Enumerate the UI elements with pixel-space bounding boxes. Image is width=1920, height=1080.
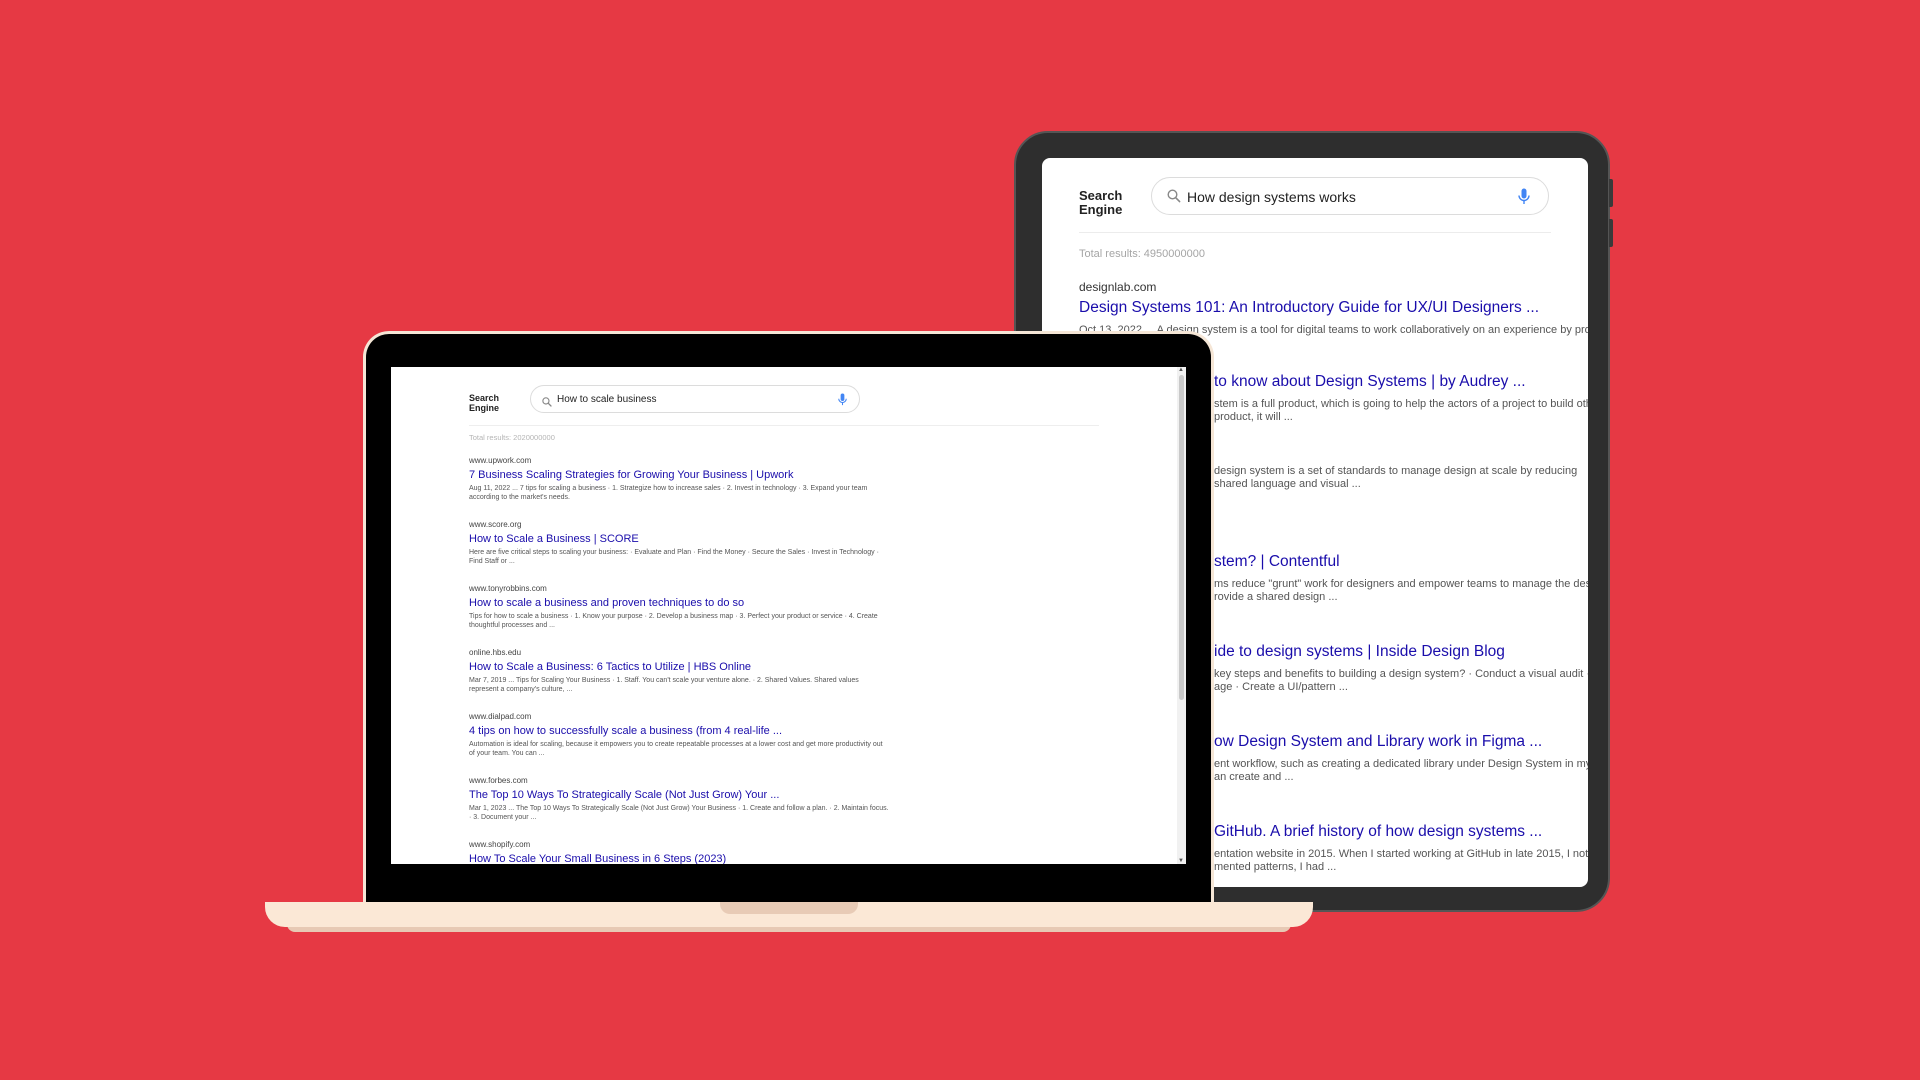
search-result: www.forbes.com The Top 10 Ways To Strate… (469, 776, 889, 822)
result-domain: designlab.com (1079, 280, 1157, 294)
search-result: www.score.org How to Scale a Business | … (469, 520, 889, 566)
brand-logo: Search Engine (1079, 188, 1123, 217)
tablet-side-button (1609, 219, 1613, 247)
result-title-link[interactable]: How To Scale Your Small Business in 6 St… (469, 853, 889, 864)
scroll-up-arrow-icon[interactable]: ▲ (1178, 367, 1184, 373)
result-snippet: Mar 1, 2023 ... The Top 10 Ways To Strat… (469, 805, 889, 821)
tablet-side-button (1609, 179, 1613, 207)
search-result: GitHub. A brief history of how design sy… (1214, 818, 1588, 874)
result-snippet: stem is a full product, which is going t… (1214, 398, 1588, 423)
result-snippet: ent workflow, such as creating a dedicat… (1214, 758, 1588, 783)
search-header: Search Engine How to scale business (469, 385, 1099, 426)
result-domain: online.hbs.edu (469, 648, 522, 657)
result-title-link[interactable]: Design Systems 101: An Introductory Guid… (1079, 299, 1588, 317)
search-result: to know about Design Systems | by Audrey… (1214, 368, 1588, 424)
result-snippet: design system is a set of standards to m… (1214, 465, 1578, 490)
result-domain: www.score.org (469, 520, 522, 529)
result-snippet: entation website in 2015. When I started… (1214, 848, 1588, 873)
result-title-link[interactable]: GitHub. A brief history of how design sy… (1214, 823, 1588, 841)
search-input[interactable]: How design systems works (1151, 177, 1549, 215)
result-title-link[interactable]: stem? | Contentful (1214, 553, 1588, 571)
scroll-down-arrow-icon[interactable]: ▼ (1178, 858, 1184, 864)
brand-logo: Search Engine (469, 393, 500, 413)
search-result: stem? | Contentful ms reduce "grunt" work… (1214, 548, 1588, 604)
result-snippet: Mar 7, 2019 ... Tips for Scaling Your Bu… (469, 677, 859, 693)
result-title-link[interactable]: 7 Business Scaling Strategies for Growin… (469, 469, 889, 481)
result-domain: www.shopify.com (469, 840, 531, 849)
search-input[interactable]: How to scale business (530, 385, 860, 413)
result-title-link[interactable]: 4 tips on how to successfully scale a bu… (469, 725, 889, 737)
total-results: Total results: 4950000000 (1079, 248, 1205, 260)
result-title-link[interactable]: The Top 10 Ways To Strategically Scale (… (469, 789, 889, 801)
search-query: How design systems works (1187, 189, 1356, 205)
search-header: Search Engine How design systems works (1079, 177, 1551, 233)
search-result: design system is a set of standards to m… (1214, 458, 1588, 491)
total-results: Total results: 2020000000 (469, 433, 555, 442)
result-title-link[interactable]: ide to design systems | Inside Design Bl… (1214, 643, 1588, 661)
search-query: How to scale business (557, 394, 657, 405)
search-result: www.dialpad.com 4 tips on how to success… (469, 712, 889, 758)
scrollbar-thumb[interactable] (1179, 375, 1184, 700)
result-title-link[interactable]: to know about Design Systems | by Audrey… (1214, 373, 1588, 391)
search-icon (542, 394, 552, 412)
search-icon (1167, 189, 1181, 208)
microphone-icon[interactable] (838, 393, 847, 411)
result-title-link[interactable]: How to Scale a Business: 6 Tactics to Ut… (469, 661, 889, 673)
search-result: ow Design System and Library work in Fig… (1214, 728, 1588, 784)
laptop-screen: Search Engine How to scale business Tota… (391, 367, 1186, 864)
search-result: online.hbs.edu How to Scale a Business: … (469, 648, 889, 694)
laptop-opening-notch (720, 902, 858, 914)
result-snippet: ms reduce "grunt" work for designers and… (1214, 578, 1588, 603)
scrollbar[interactable]: ▲ ▼ (1177, 367, 1186, 864)
search-result: www.tonyrobbins.com How to scale a busin… (469, 584, 889, 630)
result-title-link[interactable]: How to Scale a Business | SCORE (469, 533, 889, 545)
result-snippet: Automation is ideal for scaling, because… (469, 741, 883, 757)
search-result: www.upwork.com 7 Business Scaling Strate… (469, 456, 889, 502)
search-result: ide to design systems | Inside Design Bl… (1214, 638, 1588, 694)
search-result: www.shopify.com How To Scale Your Small … (469, 840, 889, 864)
result-snippet: Aug 11, 2022 ... 7 tips for scaling a bu… (469, 485, 868, 501)
result-domain: www.dialpad.com (469, 712, 532, 721)
result-snippet: Tips for how to scale a business · 1. Kn… (469, 613, 878, 629)
result-domain: www.upwork.com (469, 456, 532, 465)
result-snippet: key steps and benefits to building a des… (1214, 668, 1588, 693)
microphone-icon[interactable] (1518, 188, 1530, 210)
result-snippet: Here are five critical steps to scaling … (469, 549, 879, 565)
result-title-link[interactable]: How to scale a business and proven techn… (469, 597, 889, 609)
result-domain: www.tonyrobbins.com (469, 584, 547, 593)
result-title-link[interactable]: ow Design System and Library work in Fig… (1214, 733, 1588, 751)
result-domain: www.forbes.com (469, 776, 528, 785)
